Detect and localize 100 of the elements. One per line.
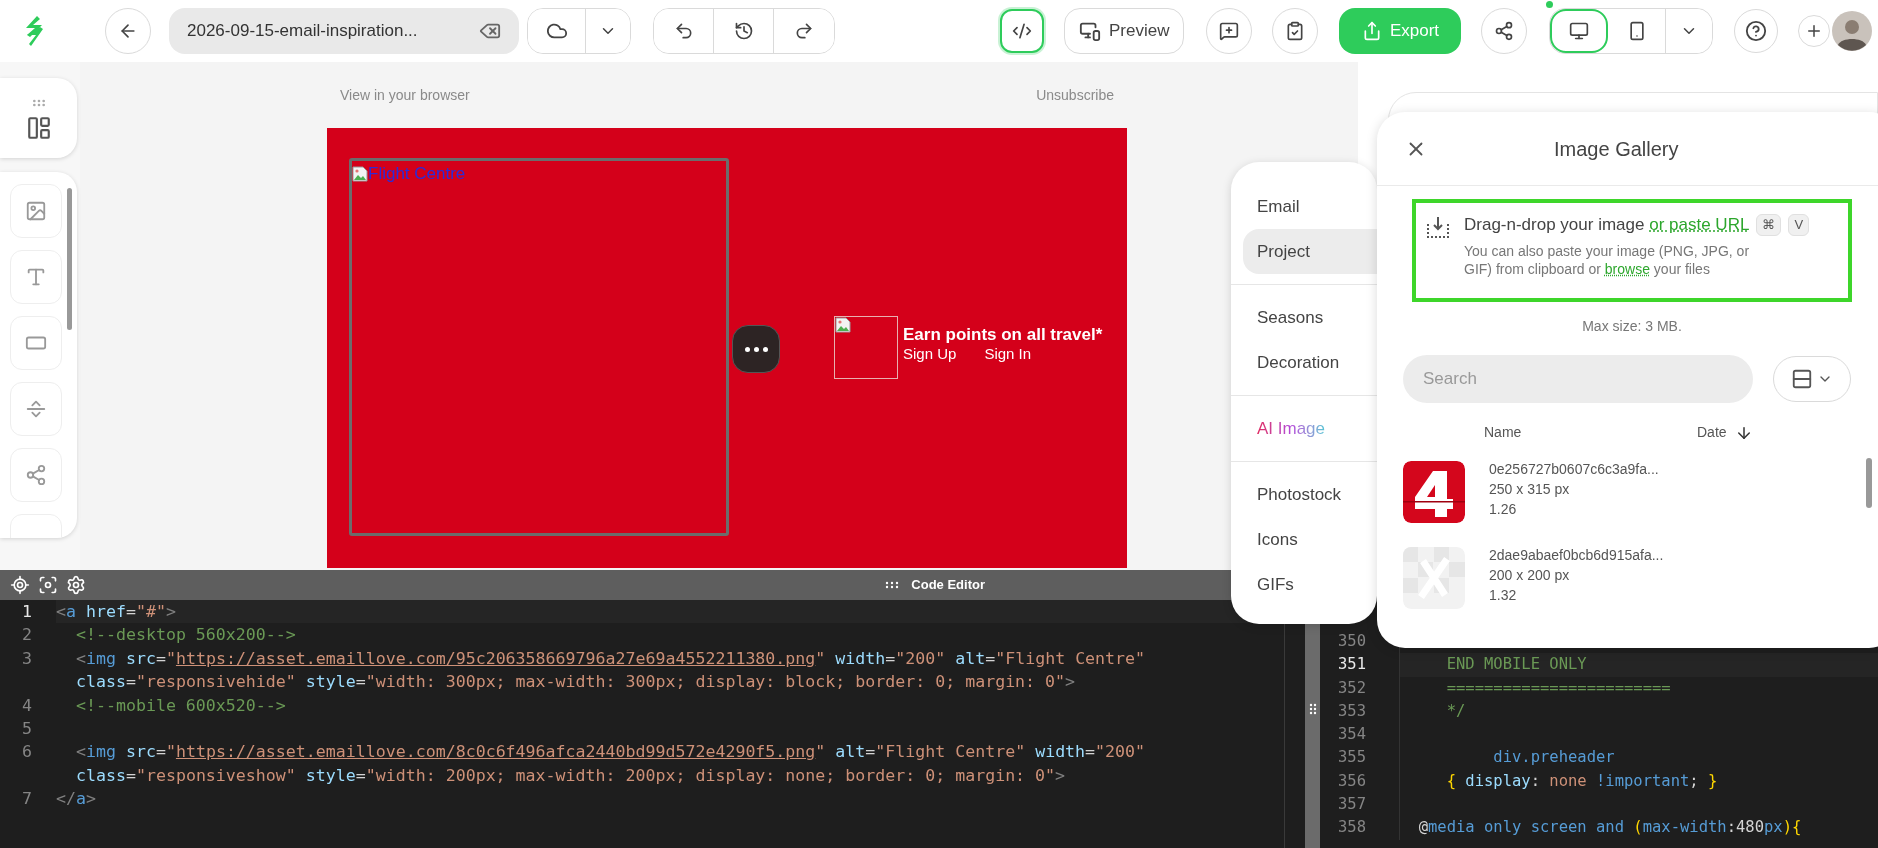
button-block-button[interactable] — [10, 316, 62, 370]
rows-icon — [1791, 368, 1813, 390]
line-number: 353 — [1338, 701, 1366, 720]
line-number: 357 — [1338, 795, 1366, 814]
image-alt-text: Flight Centre — [368, 163, 466, 185]
share-icon — [1494, 21, 1515, 41]
code-line: class="responsivehide" style="width: 300px; max-width: 300px; display: block; border: 0; margin: 0"> — [74, 672, 1076, 692]
code-line: ======================== — [1445, 678, 1671, 697]
line-number: 4 — [22, 695, 32, 715]
more-options-button[interactable] — [732, 325, 780, 373]
line-number: 3 — [22, 648, 32, 668]
add-button[interactable] — [1798, 15, 1831, 47]
shortcut-key: ⌘ — [1756, 213, 1782, 236]
code-line: { display: none !important; } — [1445, 771, 1718, 790]
help-button[interactable] — [1734, 9, 1779, 53]
code-view-button[interactable] — [1000, 9, 1044, 53]
code-line: */ — [1445, 701, 1466, 720]
undo-button[interactable] — [654, 9, 714, 53]
shortcut-key: V — [1788, 213, 1810, 236]
code-line: @media only screen and (max-width:480px){ — [1417, 818, 1802, 837]
column-header[interactable]: Name — [1484, 422, 1697, 443]
checklist-button[interactable] — [1272, 8, 1319, 54]
undo-icon — [673, 21, 694, 41]
line-number: 7 — [22, 789, 32, 809]
menu-item[interactable]: Email — [1243, 184, 1377, 229]
view-mode-button[interactable] — [1773, 356, 1851, 402]
promo-link[interactable]: Sign In — [984, 345, 1032, 363]
menu-item[interactable]: AI Image — [1243, 406, 1377, 451]
line-number: 356 — [1338, 771, 1366, 790]
social-block-button[interactable] — [10, 448, 62, 502]
image-name[interactable]: 2dae9abaef0bcb6d915afa... — [1489, 545, 1664, 565]
share-button[interactable] — [1481, 8, 1528, 54]
code-line: <!--mobile 600x520--> — [74, 695, 286, 715]
menu-item[interactable]: Project — [1243, 229, 1377, 274]
broken-image-icon — [352, 165, 368, 182]
back-button[interactable] — [105, 8, 151, 54]
code-line: <!--desktop 560x200--> — [74, 625, 296, 645]
add-comment-button[interactable] — [1206, 8, 1253, 54]
menu-item[interactable]: Seasons — [1243, 295, 1377, 340]
image-ratio: 1.32 — [1489, 586, 1518, 605]
comment-plus-icon — [1219, 21, 1240, 41]
spacer-block-button[interactable] — [10, 382, 62, 436]
layout-icon — [25, 115, 52, 141]
image-ratio: 1.26 — [1489, 500, 1518, 519]
panel-title: Image Gallery — [1554, 136, 1679, 162]
line-number: 355 — [1338, 748, 1366, 767]
share-icon — [25, 464, 47, 486]
line-number: 354 — [1338, 725, 1366, 744]
code-line: <img src="https://asset.emaillove.com/8c0c6f496afca2440bd99d572e4290f5.png" alt="Flight Centre" width="200" — [74, 742, 1146, 762]
save-button[interactable] — [528, 9, 586, 53]
menu-item[interactable]: Photostock — [1243, 472, 1377, 517]
text-icon — [25, 266, 47, 288]
image-name[interactable]: 0e256727b0607c6c3a9fa... — [1489, 459, 1659, 479]
image-dimensions: 250 x 315 px — [1489, 480, 1571, 499]
code-line: class="responsiveshow" style="width: 200px; max-width: 200px; display: none; border: 0; margin: 0"> — [74, 765, 1066, 785]
redo-icon — [794, 21, 814, 41]
scrollbar[interactable] — [1866, 458, 1872, 508]
scrollbar[interactable] — [67, 188, 72, 330]
search-field[interactable]: Search — [1403, 355, 1753, 403]
editor-title: Code Editor — [911, 576, 985, 595]
desktop-view-button[interactable] — [1550, 9, 1609, 53]
code-line: <img src="https://asset.emaillove.com/95c206358669796a27e69a4552211380.png" width="200" alt="Flight Centre" — [74, 648, 1146, 668]
help-icon — [1745, 20, 1768, 42]
file-name-field[interactable]: 2026-09-15-email-inspiration... — [169, 8, 519, 54]
image-dimensions: 200 x 200 px — [1489, 566, 1571, 585]
code-icon — [1012, 21, 1032, 41]
line-number: 351 — [1338, 655, 1366, 674]
layout-card[interactable] — [0, 78, 77, 158]
crosshair-icon[interactable] — [10, 575, 30, 595]
grip-icon[interactable] — [885, 581, 900, 589]
image-block-button[interactable] — [10, 184, 62, 238]
menu-item[interactable]: Decoration — [1243, 340, 1377, 385]
column-header[interactable]: Date — [1697, 422, 1753, 443]
clipboard-check-icon — [1285, 21, 1306, 41]
line-number: 1 — [22, 602, 32, 621]
drop-icon — [1426, 215, 1450, 239]
focus-icon[interactable] — [38, 575, 58, 595]
monitor-icon — [1569, 21, 1590, 41]
code-line: div.preheader — [1492, 748, 1615, 767]
line-number: 5 — [22, 718, 32, 738]
line-number: 6 — [22, 742, 32, 762]
line-number: 358 — [1338, 818, 1366, 837]
line-number: 352 — [1338, 678, 1366, 697]
line-number: 350 — [1338, 632, 1366, 650]
line-number: 2 — [22, 625, 32, 645]
avatar[interactable] — [1832, 11, 1873, 51]
drop-hint: You can also paste your image (PNG, JPG, or GIF) from clipboard or browse your files — [1464, 241, 1751, 278]
menu-item[interactable]: Icons — [1243, 517, 1377, 562]
max-size-note: Max size: 3 MB. — [1581, 317, 1683, 336]
history-icon — [733, 21, 754, 41]
code-line: END MOBILE ONLY — [1445, 655, 1587, 674]
devices-icon — [1079, 20, 1101, 42]
settings-icon[interactable] — [66, 575, 86, 595]
drop-instruction: Drag-n-drop your image or paste URL — [1464, 214, 1750, 236]
splitter-handle[interactable] — [1308, 703, 1317, 715]
preview-button[interactable]: Preview — [1064, 8, 1185, 54]
promo-title: Earn points on all travel* — [903, 325, 1103, 345]
promo-link[interactable]: Sign Up — [903, 345, 957, 363]
menu-item[interactable]: GIFs — [1243, 562, 1377, 607]
spacer-icon — [25, 398, 47, 420]
